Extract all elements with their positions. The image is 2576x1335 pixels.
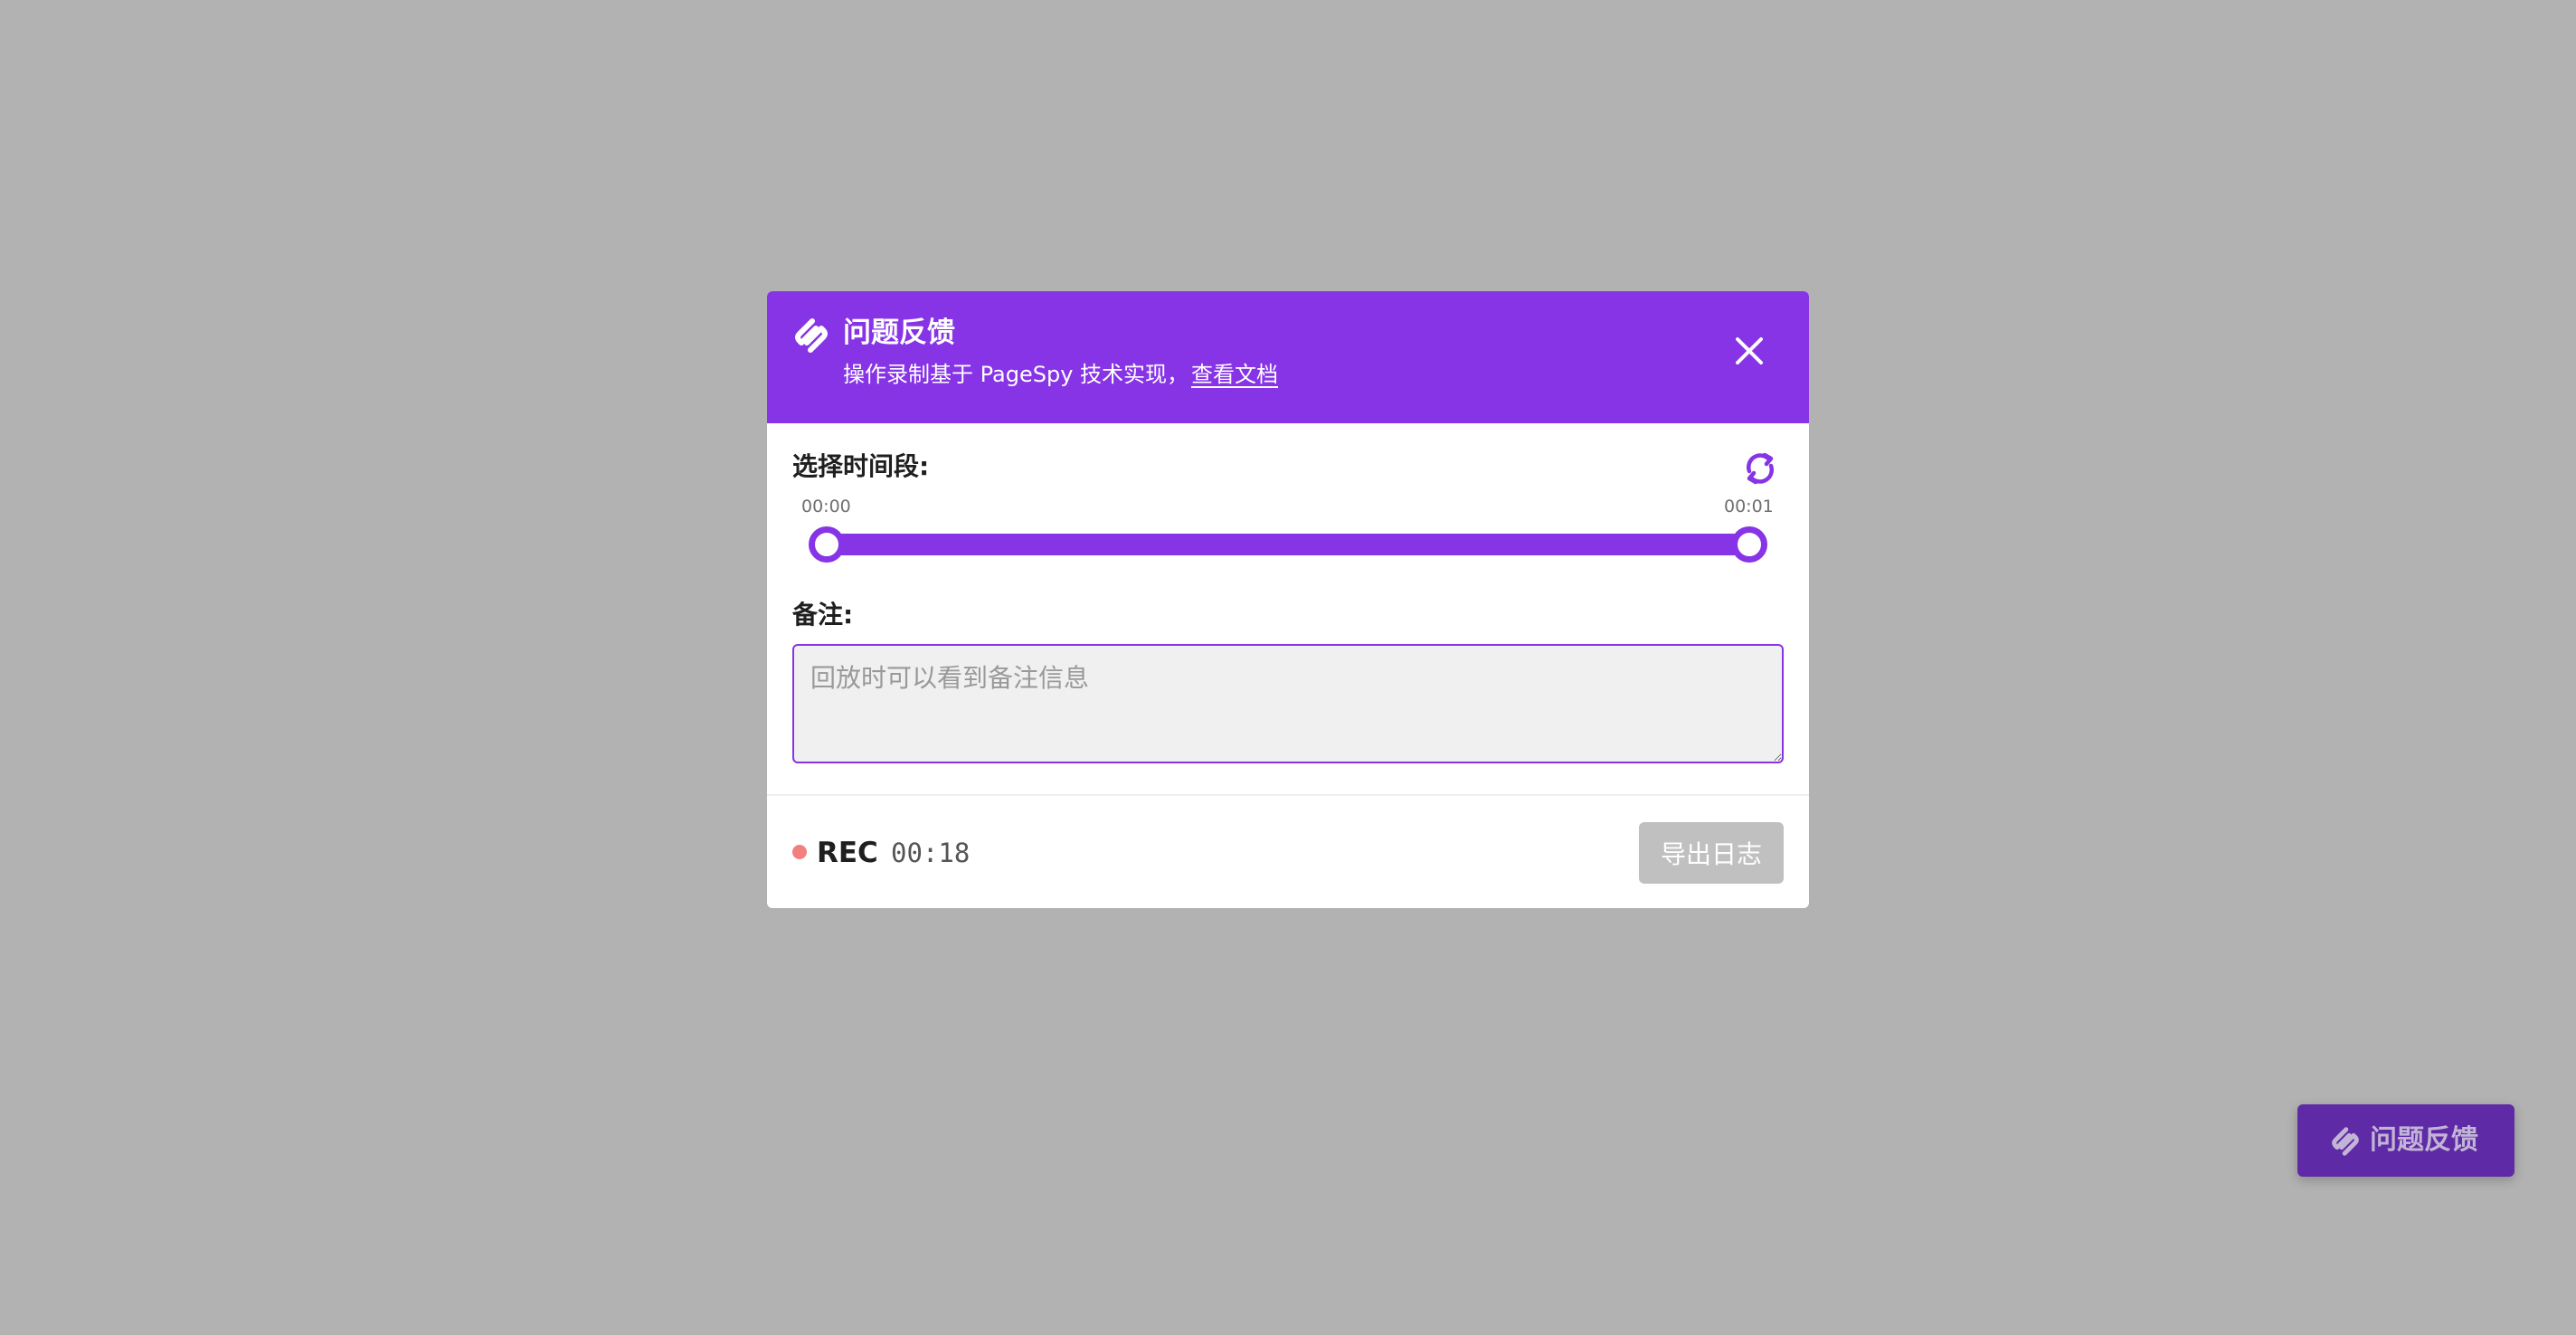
refresh-icon[interactable] [1741,450,1779,488]
floating-button-label: 问题反馈 [2370,1124,2478,1156]
time-range-slider-track[interactable] [825,534,1749,555]
dialog-subtitle: 操作录制基于 PageSpy 技术实现， [843,362,1189,387]
remarks-textarea[interactable] [792,644,1784,763]
pagespy-logo-icon [795,318,828,353]
range-start-handle[interactable] [809,526,845,563]
rec-timer: 00:18 [891,838,971,868]
dialog-title: 问题反馈 [843,317,955,349]
feedback-dialog: 问题反馈 操作录制基于 PageSpy 技术实现， 查看文档 选择时间段: 00… [767,291,1809,908]
range-end-time: 00:01 [1724,497,1774,516]
view-docs-link[interactable]: 查看文档 [1191,356,1278,393]
time-range-label: 选择时间段: [792,451,930,481]
feedback-floating-button[interactable]: 问题反馈 [2297,1104,2514,1177]
range-start-time: 00:00 [801,497,851,516]
rec-label: REC [817,837,878,869]
dialog-header: 问题反馈 操作录制基于 PageSpy 技术实现， 查看文档 [767,291,1809,423]
close-icon[interactable] [1729,331,1769,371]
remarks-label: 备注: [792,600,854,630]
recording-indicator [792,845,807,859]
export-log-button[interactable]: 导出日志 [1639,822,1784,884]
footer-divider [767,794,1809,796]
pagespy-logo-icon [2332,1127,2359,1156]
range-end-handle[interactable] [1731,526,1767,563]
